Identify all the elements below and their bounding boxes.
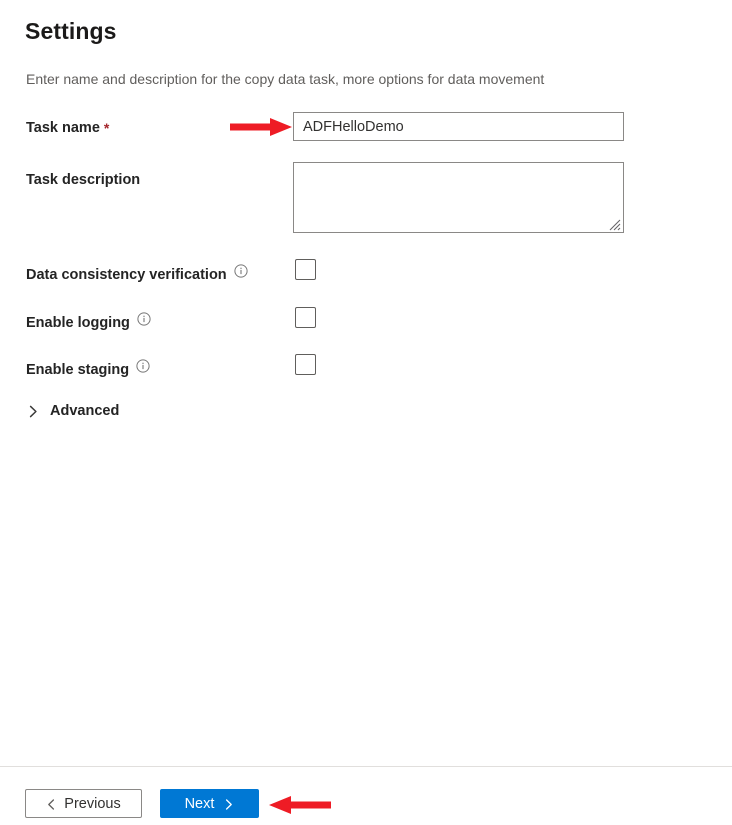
page-subtitle: Enter name and description for the copy … (26, 71, 545, 87)
data-consistency-verification-checkbox[interactable] (295, 259, 316, 280)
chevron-left-icon (46, 798, 57, 810)
enable-logging-checkbox[interactable] (295, 307, 316, 328)
arrow-to-task-name-input (230, 118, 292, 136)
info-circle-icon[interactable] (234, 264, 248, 278)
task-name-label: Task name * (26, 118, 109, 138)
data-consistency-verification-label: Data consistency verification (26, 264, 248, 285)
chevron-right-icon (223, 798, 234, 810)
enable-staging-checkbox[interactable] (295, 354, 316, 375)
footer-divider (0, 766, 732, 767)
enable-staging-label: Enable staging (26, 359, 150, 380)
info-circle-icon[interactable] (137, 312, 151, 326)
task-description-label: Task description (26, 170, 140, 190)
enable-logging-label-text: Enable logging (26, 315, 130, 331)
task-name-input[interactable] (293, 112, 624, 141)
previous-button-label: Previous (64, 795, 121, 812)
advanced-label: Advanced (50, 403, 120, 419)
page-title: Settings (25, 18, 117, 44)
task-description-input[interactable] (293, 162, 624, 233)
arrow-to-next-button (269, 796, 331, 814)
task-description-label-text: Task description (26, 172, 141, 188)
next-button-label: Next (184, 795, 215, 812)
next-button[interactable]: Next (160, 789, 259, 818)
task-name-label-text: Task name (26, 120, 100, 136)
settings-page: Settings Enter name and description for … (0, 0, 732, 825)
previous-button[interactable]: Previous (25, 789, 142, 818)
advanced-expander[interactable]: Advanced (27, 400, 119, 422)
data-consistency-verification-label-text: Data consistency verification (26, 267, 227, 283)
enable-staging-label-text: Enable staging (26, 362, 130, 378)
enable-logging-label: Enable logging (26, 312, 151, 333)
required-asterisk: * (103, 120, 110, 136)
task-description-field (293, 162, 624, 233)
info-circle-icon[interactable] (136, 359, 150, 373)
chevron-right-icon (27, 405, 40, 418)
